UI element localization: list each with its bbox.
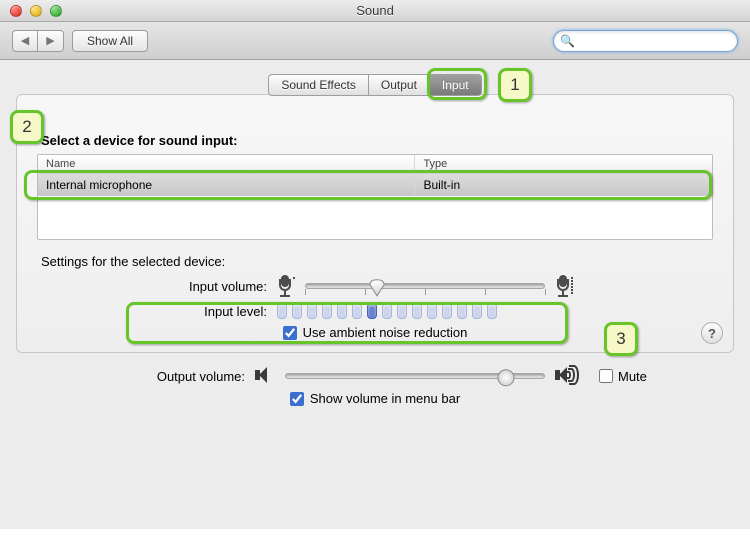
tabs: Sound Effects Output Input [268, 74, 481, 96]
input-volume-label: Input volume: [37, 279, 267, 294]
level-led [472, 303, 482, 319]
microphone-low-icon [277, 275, 295, 297]
mute-label: Mute [618, 369, 647, 384]
input-panel: Select a device for sound input: Name Ty… [16, 94, 734, 353]
speaker-high-icon [555, 367, 583, 385]
output-volume-label: Output volume: [95, 369, 245, 384]
level-led [307, 303, 317, 319]
mute-checkbox[interactable] [599, 369, 613, 383]
level-led [487, 303, 497, 319]
input-level-meter [277, 303, 497, 319]
output-volume-slider[interactable] [285, 367, 545, 385]
device-name: Internal microphone [38, 174, 415, 196]
output-volume-row: Output volume: Mute [95, 367, 655, 385]
show-menu-label: Show volume in menu bar [310, 391, 460, 406]
show-menu-checkbox[interactable] [290, 392, 304, 406]
microphone-high-icon [555, 275, 573, 297]
tab-sound-effects[interactable]: Sound Effects [268, 74, 369, 96]
ambient-noise-checkbox[interactable] [283, 326, 297, 340]
tab-input[interactable]: Input [430, 74, 482, 96]
level-led [382, 303, 392, 319]
level-led [277, 303, 287, 319]
tab-output[interactable]: Output [369, 74, 430, 96]
level-led [427, 303, 437, 319]
ambient-row: Use ambient noise reduction [37, 325, 713, 340]
help-button[interactable]: ? [701, 322, 723, 344]
level-led [337, 303, 347, 319]
ambient-noise-label: Use ambient noise reduction [303, 325, 468, 340]
level-led [397, 303, 407, 319]
level-led [442, 303, 452, 319]
show-menu-row: Show volume in menu bar [95, 391, 655, 406]
level-led [322, 303, 332, 319]
window-title: Sound [0, 3, 750, 18]
input-level-row: Input level: [37, 303, 713, 319]
show-all-button[interactable]: Show All [72, 30, 148, 52]
toolbar: ◀ ▶ Show All 🔍 [0, 22, 750, 60]
input-volume-row: Input volume: [37, 275, 713, 297]
device-table[interactable]: Name Type Internal microphone Built-in [37, 154, 713, 240]
device-type: Built-in [415, 174, 712, 196]
select-device-label: Select a device for sound input: [41, 133, 713, 148]
speaker-low-icon [255, 367, 275, 385]
input-volume-slider[interactable] [305, 277, 545, 295]
table-row[interactable]: Internal microphone Built-in [38, 174, 712, 196]
nav-segment: ◀ ▶ [12, 30, 64, 52]
content: Sound Effects Output Input Select a devi… [0, 60, 750, 529]
level-led [367, 303, 377, 319]
settings-label: Settings for the selected device: [41, 254, 713, 269]
forward-button[interactable]: ▶ [38, 30, 64, 52]
device-table-header: Name Type [38, 155, 712, 174]
search-input[interactable] [579, 34, 734, 48]
window-minimize-button[interactable] [30, 5, 42, 17]
back-button[interactable]: ◀ [12, 30, 38, 52]
window-zoom-button[interactable] [50, 5, 62, 17]
titlebar: Sound [0, 0, 750, 22]
column-type: Type [415, 155, 712, 173]
level-led [352, 303, 362, 319]
search-icon: 🔍 [560, 34, 575, 48]
level-led [412, 303, 422, 319]
input-level-label: Input level: [37, 304, 267, 319]
level-led [457, 303, 467, 319]
output-section: Output volume: Mute Show volume in menu [95, 367, 655, 406]
column-name: Name [38, 155, 415, 173]
search-field[interactable]: 🔍 [553, 30, 738, 52]
level-led [292, 303, 302, 319]
window-close-button[interactable] [10, 5, 22, 17]
